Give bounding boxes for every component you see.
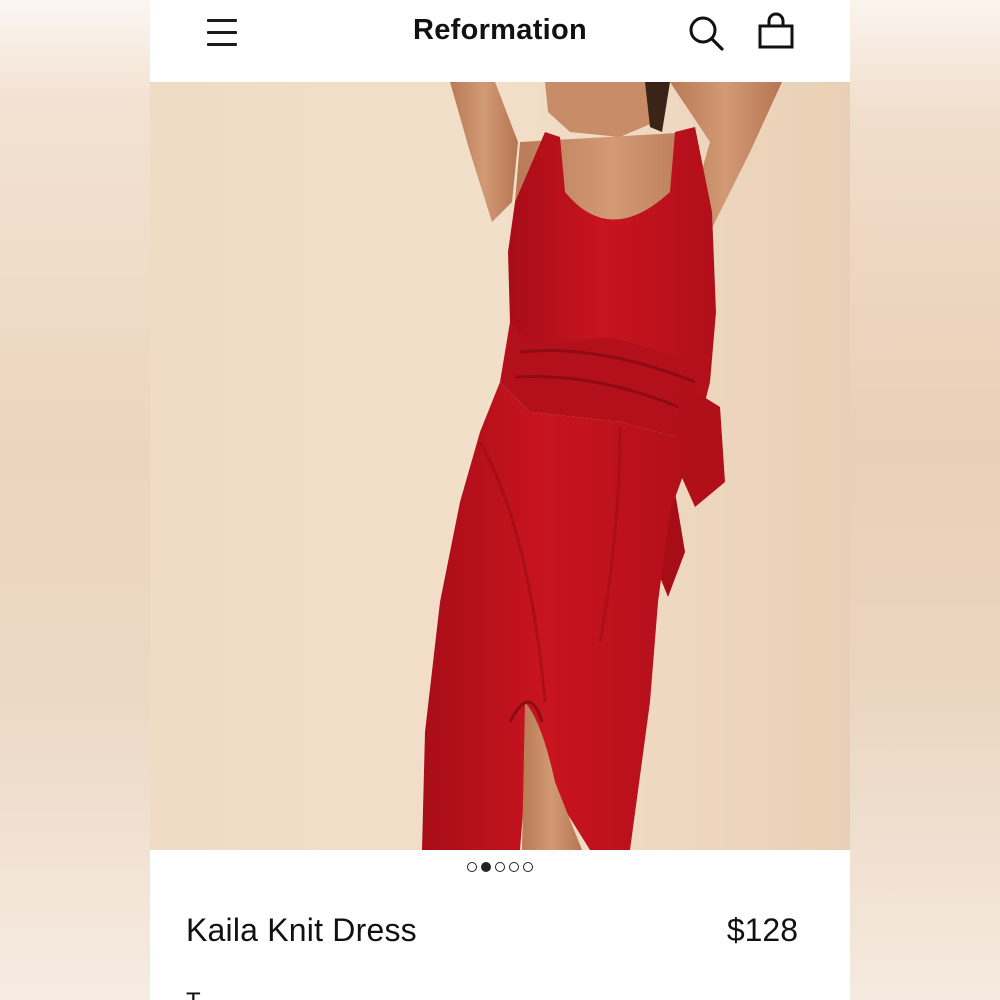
carousel-dot-2[interactable] (481, 862, 491, 872)
product-detail-text-partial: T (186, 988, 201, 1000)
image-carousel-indicator (150, 862, 850, 872)
backdrop-left (0, 0, 150, 1000)
top-navigation-bar: Reformation (150, 0, 850, 82)
product-hero-image[interactable] (150, 82, 850, 850)
carousel-dot-1[interactable] (467, 862, 477, 872)
app-screen: Reformation Kaila Knit Dress $128 (150, 0, 850, 1000)
carousel-dot-3[interactable] (495, 862, 505, 872)
carousel-dot-5[interactable] (523, 862, 533, 872)
product-name: Kaila Knit Dress (186, 912, 417, 948)
backdrop-right (850, 0, 1000, 1000)
search-icon[interactable] (687, 14, 725, 52)
model-in-red-dress-image (150, 82, 850, 850)
shopping-bag-icon[interactable] (757, 12, 795, 52)
brand-logo[interactable]: Reformation (150, 14, 850, 47)
product-price: $128 (726, 912, 798, 948)
carousel-dot-4[interactable] (509, 862, 519, 872)
